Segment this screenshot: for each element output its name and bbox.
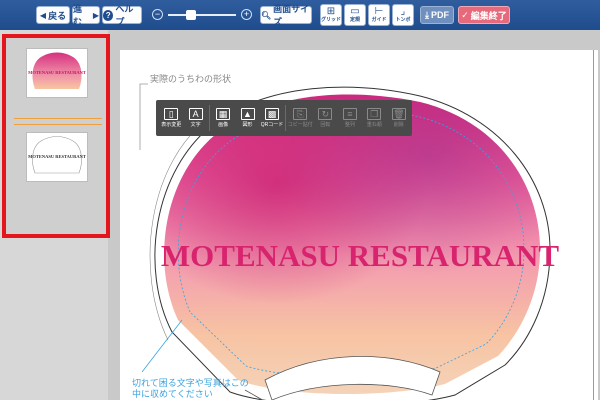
forward-button[interactable]: 進む ▶ — [72, 4, 100, 27]
divider — [14, 118, 102, 119]
image-icon: ▦ — [216, 107, 231, 120]
download-icon: ⤓ — [425, 9, 429, 20]
shape-tool-button[interactable]: ▲ 図形 — [236, 103, 258, 133]
safe-area-note: 切れて困る文字や写真はこの中に収めてください — [132, 378, 249, 399]
zoom-thumb[interactable] — [186, 10, 196, 20]
ruler-button[interactable]: ▭ 定規 — [344, 4, 366, 26]
text-icon: A — [188, 107, 203, 120]
thumb1-title: MOTENASU RESTAURANT — [28, 70, 86, 75]
display-change-button[interactable]: ▯ 表示変更 — [160, 103, 182, 133]
rotate-button[interactable]: ↻ 回転 — [314, 103, 336, 133]
guide-button[interactable]: ⊢ ガイド — [368, 4, 390, 26]
front-thumbnail-image: MOTENASU RESTAURANT — [28, 52, 86, 89]
display-change-icon: ▯ — [164, 107, 179, 120]
delete-button[interactable]: 🗑︎ 削除 — [388, 103, 410, 133]
page-edge-line — [593, 50, 594, 400]
forward-arrow-icon: ▶ — [92, 10, 99, 20]
shape-label: 実際のうちわの形状 — [150, 74, 232, 84]
top-toolbar: ◀ 戻る 進む ▶ ? ヘルプ − + 🔍︎ 画面サイズ ⊞ グリッド ▭ 定規 ⊢ ガ… — [0, 0, 600, 30]
copy-paste-button[interactable]: ⎘ コピー貼付 — [288, 103, 313, 133]
qr-code-button[interactable]: ▩ QRコード — [261, 103, 283, 133]
divider — [14, 124, 102, 125]
text-tool-button[interactable]: A 文字 — [184, 103, 206, 133]
page-panel: MOTENASU RESTAURANT MOTENASU RESTAURANT — [0, 30, 110, 400]
layers-icon: ❐ — [367, 107, 382, 120]
trash-icon: 🗑︎ — [391, 107, 406, 120]
zoom-slider[interactable]: − + — [152, 8, 252, 22]
shapes-icon: ▲ — [240, 107, 255, 120]
pdf-button[interactable]: ⤓ PDF — [420, 6, 454, 24]
align-icon: ≡ — [342, 107, 357, 120]
crop-marks-icon: ⌟ — [400, 6, 406, 17]
page-thumbnails-highlight: MOTENASU RESTAURANT MOTENASU RESTAURANT — [2, 34, 110, 238]
help-button[interactable]: ? ヘルプ — [102, 4, 142, 27]
magnifier-icon: 🔍︎ — [261, 10, 272, 20]
qr-code-icon: ▩ — [265, 107, 279, 120]
back-thumbnail-image: MOTENASU RESTAURANT — [28, 136, 86, 174]
rotate-icon: ↻ — [318, 107, 333, 120]
editing-canvas[interactable]: MOTENASU RESTAURANT 実際のうちわの形状 切れて困る文字や写真… — [112, 30, 600, 400]
screen-size-button[interactable]: 🔍︎ 画面サイズ — [260, 4, 312, 27]
page-thumbnail-front[interactable]: MOTENASU RESTAURANT — [26, 48, 88, 98]
back-arrow-icon: ◀ — [39, 10, 47, 20]
finish-edit-button[interactable]: ✓ 編集終了 — [458, 6, 510, 24]
main-title-text[interactable]: MOTENASU RESTAURANT — [161, 238, 559, 273]
copy-icon: ⎘ — [293, 107, 308, 120]
layer-order-button[interactable]: ❐ 重ね順 — [363, 103, 385, 133]
help-icon: ? — [103, 9, 114, 21]
design-paper[interactable]: MOTENASU RESTAURANT 実際のうちわの形状 切れて困る文字や写真… — [120, 50, 598, 400]
guide-icon: ⊢ — [374, 6, 384, 17]
zoom-track[interactable] — [168, 14, 236, 16]
tombo-button[interactable]: ⌟ トンボ — [392, 4, 414, 26]
floating-edit-toolbar: ▯ 表示変更 A 文字 ▦ 画像 ▲ 図形 ▩ QRコード ⎘ コピー貼付 ↻ … — [156, 100, 412, 136]
divider — [285, 105, 287, 131]
divider — [208, 105, 210, 131]
image-tool-button[interactable]: ▦ 画像 — [212, 103, 234, 133]
zoom-out-icon[interactable]: − — [152, 9, 163, 20]
page-thumbnail-back[interactable]: MOTENASU RESTAURANT — [26, 132, 88, 182]
zoom-in-icon[interactable]: + — [241, 9, 252, 20]
thumb2-title: MOTENASU RESTAURANT — [28, 154, 86, 159]
grid-button[interactable]: ⊞ グリッド — [320, 4, 342, 26]
checkmark-icon: ✓ — [461, 9, 469, 20]
ruler-icon: ▭ — [350, 6, 360, 17]
grid-icon: ⊞ — [326, 6, 336, 17]
back-button[interactable]: ◀ 戻る — [36, 6, 70, 24]
align-button[interactable]: ≡ 整列 — [339, 103, 361, 133]
